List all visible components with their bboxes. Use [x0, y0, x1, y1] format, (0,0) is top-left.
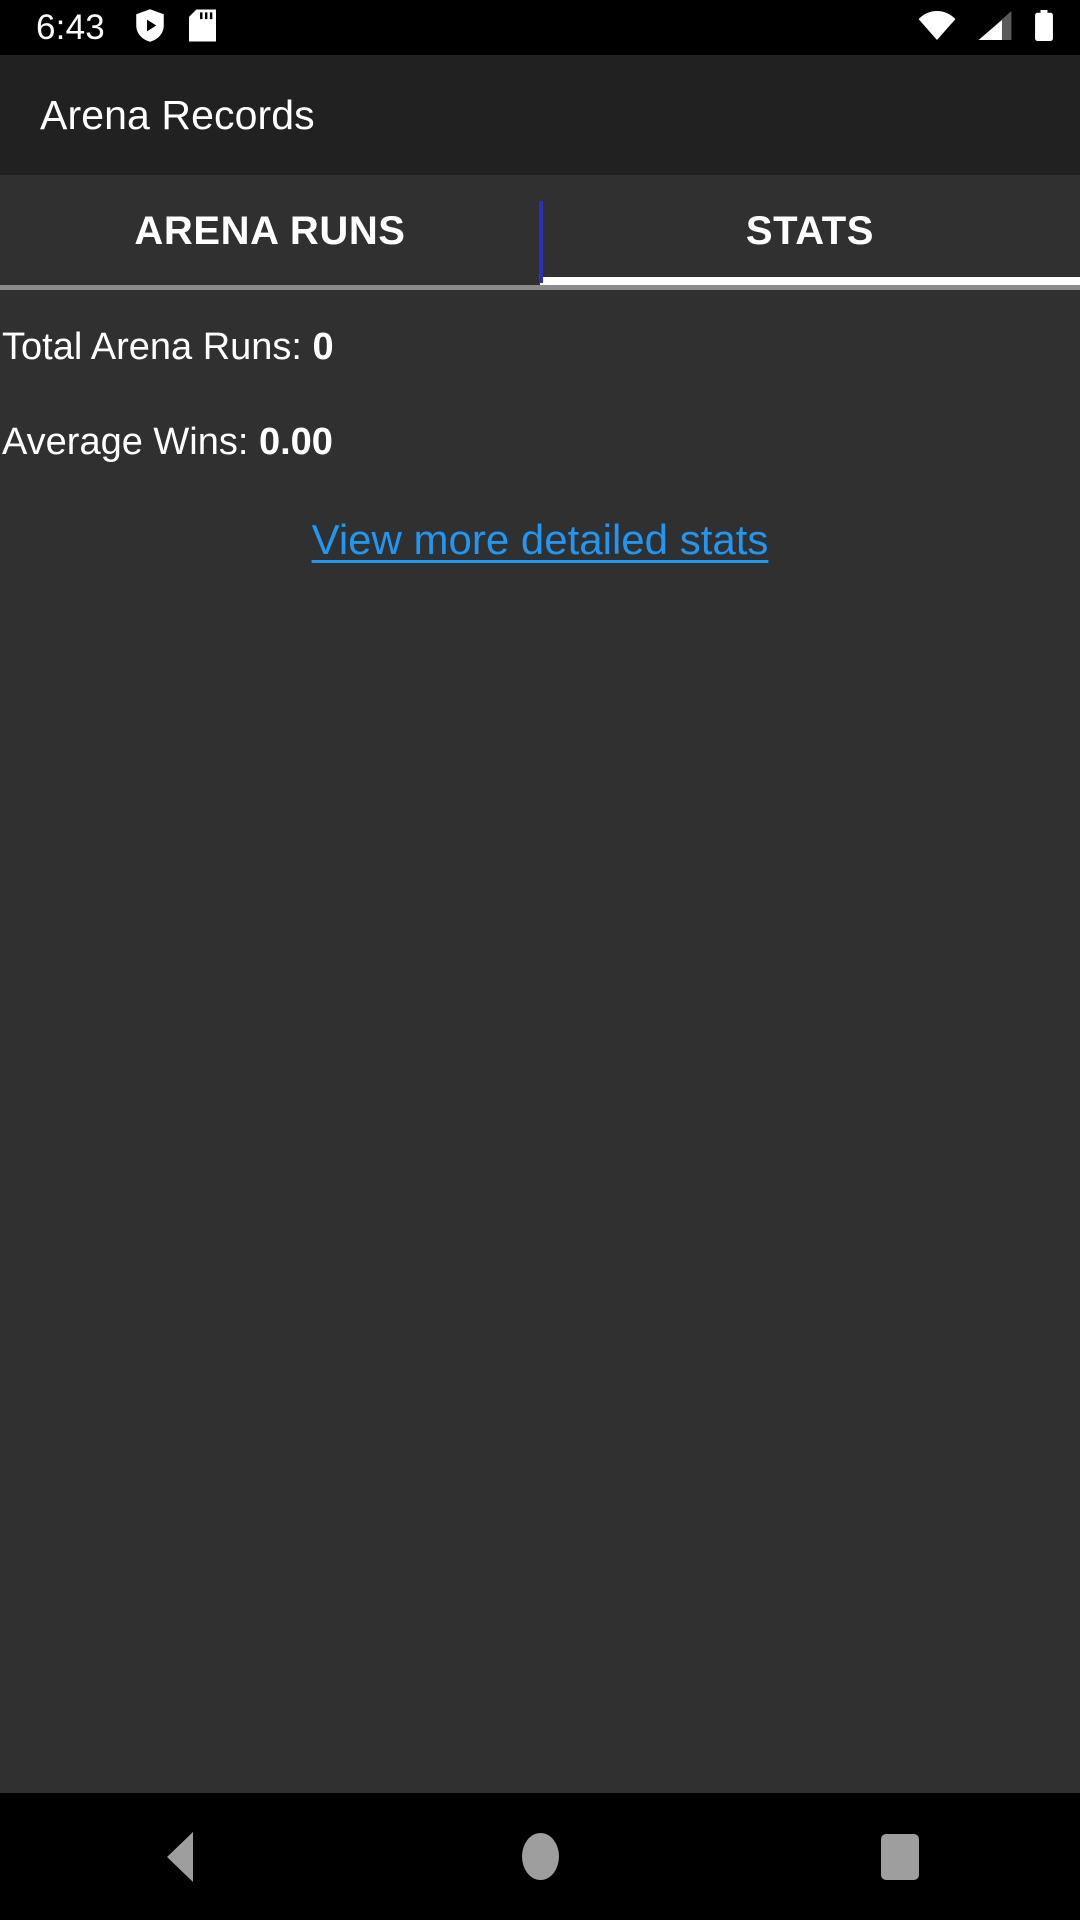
stat-total-arena-runs-value: 0 — [312, 326, 334, 368]
stat-average-wins-value: 0.00 — [258, 421, 333, 463]
tab-arena-runs-label: Arena Runs — [134, 208, 406, 253]
app-bar: Arena Records — [0, 55, 1080, 175]
tab-stats-label: Stats — [745, 208, 875, 253]
back-triangle-icon — [167, 1831, 193, 1882]
tab-bar: Arena Runs Stats — [0, 175, 1080, 290]
nav-home-button[interactable] — [360, 1833, 720, 1880]
detailed-stats-link-container: View more detailed stats — [0, 519, 1080, 561]
nav-recents-button[interactable] — [720, 1833, 1080, 1880]
status-bar: 6:43 — [0, 0, 1080, 55]
cellular-signal-icon — [978, 10, 1012, 45]
tab-arena-runs[interactable]: Arena Runs — [0, 175, 540, 290]
home-circle-icon — [521, 1833, 559, 1880]
shield-play-icon — [135, 8, 165, 47]
battery-icon — [1034, 9, 1054, 46]
wifi-icon — [918, 10, 956, 45]
recents-square-icon — [881, 1833, 919, 1880]
view-more-detailed-stats-link[interactable]: View more detailed stats — [312, 519, 769, 561]
nav-back-button[interactable] — [0, 1831, 360, 1882]
stat-average-wins-label: Average Wins: — [2, 421, 259, 463]
stat-total-arena-runs-label: Total Arena Runs: — [2, 326, 313, 368]
stat-average-wins: Average Wins: 0.00 — [0, 423, 1080, 461]
page-title: Arena Records — [40, 91, 315, 138]
sd-card-icon — [188, 9, 216, 47]
status-bar-system-icons — [918, 9, 1054, 46]
status-clock: 6:43 — [36, 8, 105, 47]
status-bar-notification-icons — [135, 8, 216, 47]
system-navigation-bar — [0, 1793, 1080, 1920]
tab-divider — [539, 201, 543, 283]
stats-content-panel: Total Arena Runs: 0 Average Wins: 0.00 V… — [0, 290, 1080, 1793]
tab-stats-indicator — [540, 277, 1080, 285]
tab-stats[interactable]: Stats — [540, 175, 1080, 290]
phone-screen: 6:43 Arena Records ARENA RUNS STATS Tota… — [0, 0, 1080, 1920]
stat-total-arena-runs: Total Arena Runs: 0 — [0, 328, 1080, 366]
